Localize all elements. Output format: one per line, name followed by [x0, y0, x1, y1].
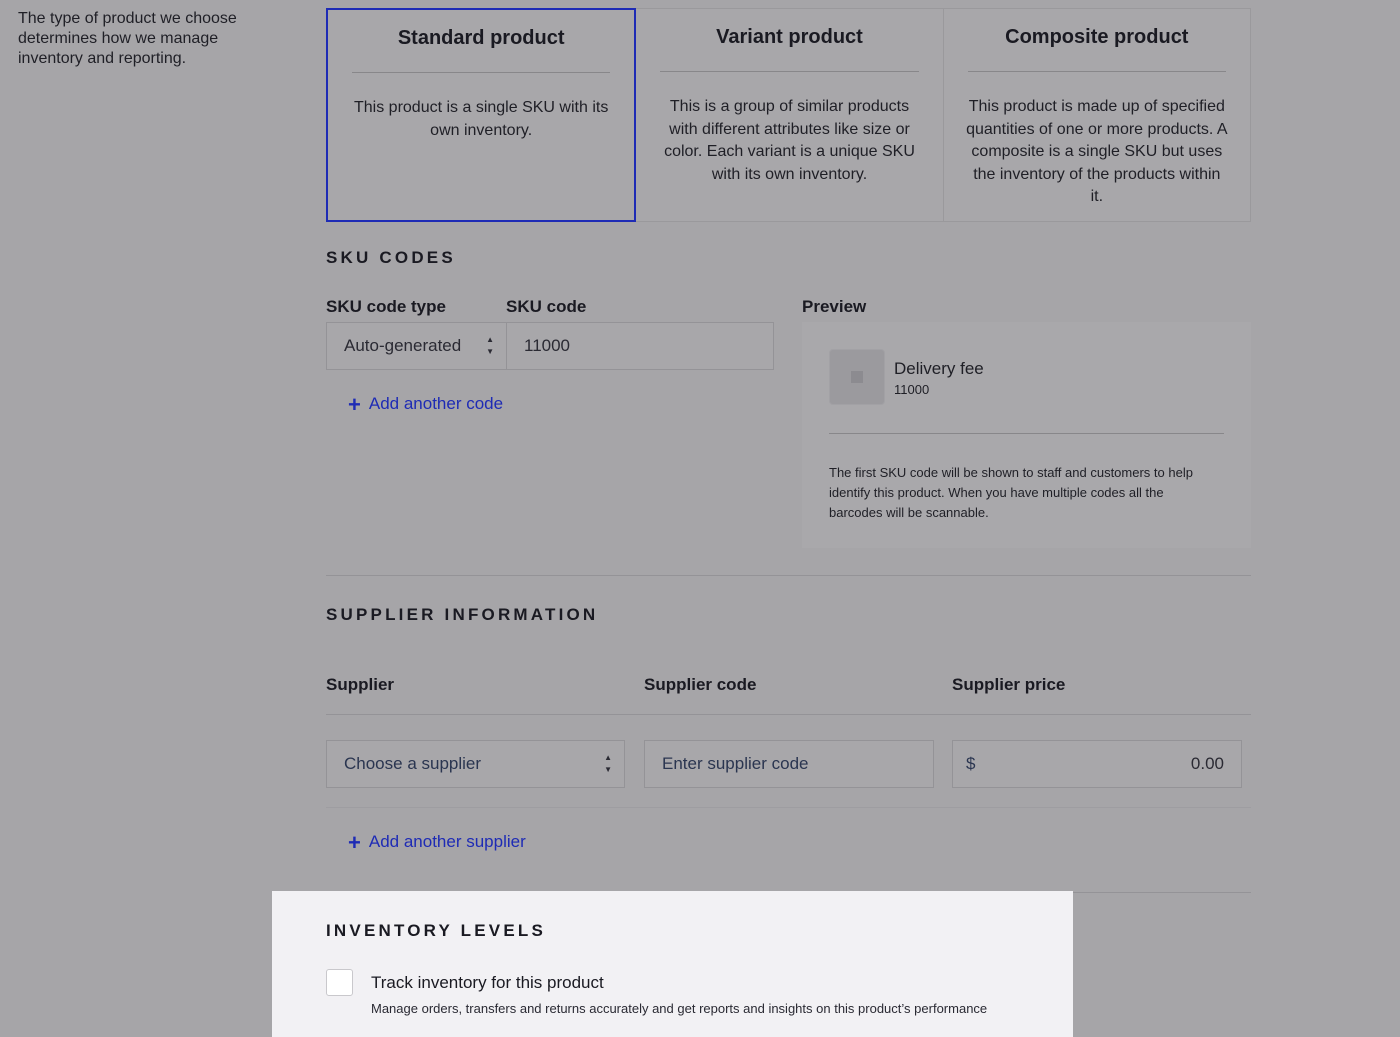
inventory-levels-panel: INVENTORY LEVELS Track inventory for thi… [272, 891, 1073, 1037]
track-inventory-label[interactable]: Track inventory for this product [371, 973, 604, 993]
track-inventory-help: Manage orders, transfers and returns acc… [371, 1001, 988, 1016]
add-another-code-link[interactable]: + Add another code [348, 391, 504, 417]
preview-product-name: Delivery fee [894, 359, 984, 378]
card-title: Variant product [660, 25, 919, 72]
preview-sku-code: 11000 [894, 382, 930, 397]
supplier-select[interactable]: Choose a supplier ▲ ▼ [326, 740, 625, 788]
add-supplier-label: Add another supplier [368, 832, 526, 851]
add-another-supplier-link[interactable]: + Add another supplier [348, 829, 526, 855]
card-title: Composite product [967, 25, 1226, 72]
supplier-price-value: 0.00 [1190, 754, 1224, 773]
table-header-divider [326, 714, 1251, 715]
sku-code-input[interactable]: 11000 [506, 322, 774, 370]
sku-code-label: SKU code [506, 297, 587, 316]
card-description: This is a group of similar products with… [664, 98, 915, 183]
sku-section-title: SKU CODES [326, 248, 456, 267]
plus-icon: + [348, 829, 361, 855]
supplier-placeholder: Choose a supplier [344, 754, 482, 773]
currency-symbol: $ [966, 754, 976, 773]
card-title: Standard product [352, 26, 611, 73]
standard-product-card[interactable]: Standard product This product is a singl… [326, 8, 637, 222]
row-divider [326, 807, 1251, 808]
add-code-label: Add another code [368, 394, 504, 413]
composite-product-card[interactable]: Composite product This product is made u… [943, 8, 1251, 222]
product-image-placeholder-icon [829, 349, 885, 405]
select-arrows-icon: ▲ ▼ [486, 335, 494, 356]
inventory-section-title: INVENTORY LEVELS [326, 921, 546, 940]
sku-preview-card: Delivery fee 11000 The first SKU code wi… [802, 322, 1251, 548]
card-description: This product is a single SKU with its ow… [354, 99, 609, 139]
preview-label: Preview [802, 297, 867, 316]
supplier-code-placeholder: Enter supplier code [662, 754, 809, 773]
product-type-description: The type of product we choose determines… [18, 10, 237, 67]
supplier-column-header: Supplier [326, 675, 395, 694]
sku-type-label: SKU code type [326, 297, 446, 316]
sku-type-select[interactable]: Auto-generated ▲ ▼ [326, 322, 507, 370]
supplier-section-title: SUPPLIER INFORMATION [326, 605, 599, 624]
section-divider [326, 575, 1251, 576]
variant-product-card[interactable]: Variant product This is a group of simil… [636, 8, 944, 222]
track-inventory-checkbox[interactable] [326, 969, 353, 996]
supplier-price-input[interactable]: $ 0.00 [952, 740, 1242, 788]
plus-icon: + [348, 391, 361, 417]
supplier-price-column-header: Supplier price [952, 675, 1066, 694]
sku-type-value: Auto-generated [344, 336, 462, 355]
supplier-code-column-header: Supplier code [644, 675, 757, 694]
divider [829, 433, 1224, 434]
card-description: This product is made up of specified qua… [966, 98, 1228, 205]
supplier-code-input[interactable]: Enter supplier code [644, 740, 934, 788]
select-arrows-icon: ▲ ▼ [604, 753, 612, 774]
product-type-selector: Standard product This product is a singl… [326, 8, 1251, 222]
sku-code-value: 11000 [524, 336, 571, 355]
preview-note: The first SKU code will be shown to staf… [829, 465, 1193, 520]
